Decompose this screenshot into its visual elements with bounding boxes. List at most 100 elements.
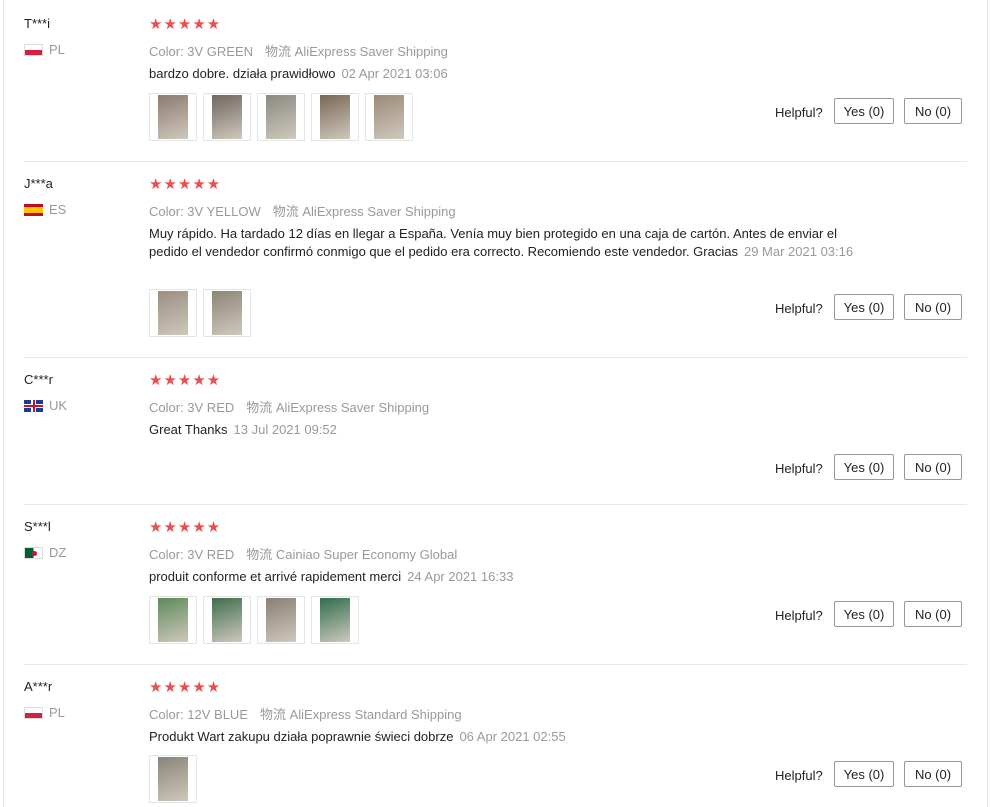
helpful-no-button[interactable]: No (0): [904, 761, 962, 787]
review-divider: [24, 504, 967, 505]
review-date: 02 Apr 2021 03:06: [341, 66, 448, 81]
review-photo-thumbnail[interactable]: [311, 93, 359, 141]
review-body: bardzo dobre. działa prawidłowo: [149, 66, 336, 81]
review-photo-thumbnail[interactable]: [257, 93, 305, 141]
review-photo-image: [158, 95, 188, 139]
algeria-flag-icon: [24, 546, 43, 559]
review-divider: [24, 357, 967, 358]
review-photos: [149, 755, 197, 803]
review-photos: [149, 289, 251, 337]
reviewer-name: A***r: [24, 679, 53, 694]
review-body: produit conforme et arrivé rapidement me…: [149, 569, 402, 584]
review-photo-image: [158, 757, 188, 801]
country-code: DZ: [49, 545, 67, 560]
country-code: UK: [49, 398, 68, 413]
review-text: Produkt Wart zakupu działa poprawnie świ…: [149, 728, 869, 746]
helpful-no-button[interactable]: No (0): [904, 601, 962, 627]
product-color: Color: 3V GREEN: [149, 44, 254, 59]
reviewer-country: ES: [24, 202, 66, 217]
review-date: 06 Apr 2021 02:55: [459, 729, 566, 744]
frame-border-left: [3, 0, 4, 807]
review-text: Great Thanks 13 Jul 2021 09:52: [149, 421, 869, 439]
review-divider: [24, 161, 967, 162]
review-date: 29 Mar 2021 03:16: [743, 244, 854, 259]
shipping-method: 物流 AliExpress Standard Shipping: [260, 707, 462, 722]
review-meta: Color: 12V BLUE 物流 AliExpress Standard Sh…: [149, 704, 462, 723]
review-body: Muy rápido. Ha tardado 12 días en llegar…: [149, 226, 838, 259]
country-code: ES: [49, 202, 67, 217]
review-photo-thumbnail[interactable]: [365, 93, 413, 141]
reviewer-country: PL: [24, 42, 65, 57]
helpful-yes-button[interactable]: Yes (0): [834, 761, 894, 787]
reviewer-country: PL: [24, 705, 65, 720]
poland-flag-icon: [24, 43, 43, 56]
review-text: Muy rápido. Ha tardado 12 días en llegar…: [149, 225, 869, 261]
helpful-label: Helpful?: [775, 768, 823, 783]
reviewer-name: C***r: [24, 372, 53, 387]
country-code: PL: [49, 705, 65, 720]
review-photo-image: [266, 598, 296, 642]
reviewer-country: DZ: [24, 545, 66, 560]
helpful-yes-button[interactable]: Yes (0): [834, 294, 894, 320]
spain-flag-icon: [24, 203, 43, 216]
review-text: bardzo dobre. działa prawidłowo 02 Apr 20…: [149, 65, 869, 83]
review-body: Produkt Wart zakupu działa poprawnie świ…: [149, 729, 454, 744]
star-rating: ★★★★★: [149, 372, 222, 389]
reviewer-name: J***a: [24, 176, 53, 191]
review-photo-thumbnail[interactable]: [203, 289, 251, 337]
star-rating: ★★★★★: [149, 519, 222, 536]
product-color: Color: 3V YELLOW: [149, 204, 261, 219]
review-photo-thumbnail[interactable]: [149, 755, 197, 803]
review-photo-image: [158, 291, 188, 335]
product-color: Color: 3V RED: [149, 547, 235, 562]
helpful-label: Helpful?: [775, 461, 823, 476]
shipping-method: 物流 AliExpress Saver Shipping: [272, 204, 456, 219]
review-divider: [24, 664, 967, 665]
helpful-no-button[interactable]: No (0): [904, 294, 962, 320]
country-code: PL: [49, 42, 65, 57]
review-photo-image: [212, 95, 242, 139]
star-rating: ★★★★★: [149, 176, 222, 193]
star-rating: ★★★★★: [149, 679, 222, 696]
frame-border-right: [987, 0, 988, 807]
review-photo-thumbnail[interactable]: [257, 596, 305, 644]
reviewer-name: S***l: [24, 519, 51, 534]
helpful-yes-button[interactable]: Yes (0): [834, 98, 894, 124]
helpful-no-button[interactable]: No (0): [904, 98, 962, 124]
star-rating: ★★★★★: [149, 16, 222, 33]
review-photos: [149, 596, 359, 644]
review-photo-thumbnail[interactable]: [203, 93, 251, 141]
review-meta: Color: 3V RED 物流 Cainiao Super Economy Gl…: [149, 544, 457, 563]
review-photo-image: [320, 95, 350, 139]
review-body: Great Thanks: [149, 422, 228, 437]
review-text: produit conforme et arrivé rapidement me…: [149, 568, 869, 586]
review-photo-image: [212, 598, 242, 642]
review-photos: [149, 93, 413, 141]
reviewer-country: UK: [24, 398, 67, 413]
uk-flag-icon: [24, 399, 43, 412]
helpful-yes-button[interactable]: Yes (0): [834, 601, 894, 627]
review-photo-thumbnail[interactable]: [149, 289, 197, 337]
review-photo-thumbnail[interactable]: [203, 596, 251, 644]
product-color: Color: 3V RED: [149, 400, 235, 415]
shipping-method: 物流 AliExpress Saver Shipping: [265, 44, 448, 59]
review-photo-thumbnail[interactable]: [149, 93, 197, 141]
review-photo-thumbnail[interactable]: [149, 596, 197, 644]
review-photo-image: [320, 598, 350, 642]
review-photo-image: [158, 598, 188, 642]
shipping-method: 物流 Cainiao Super Economy Global: [246, 547, 458, 562]
review-photo-thumbnail[interactable]: [311, 596, 359, 644]
helpful-no-button[interactable]: No (0): [904, 454, 962, 480]
review-photo-image: [212, 291, 242, 335]
review-meta: Color: 3V RED 物流 AliExpress Saver Shippin…: [149, 397, 429, 416]
poland-flag-icon: [24, 706, 43, 719]
review-photo-image: [374, 95, 404, 139]
review-meta: Color: 3V GREEN 物流 AliExpress Saver Shipp…: [149, 41, 448, 60]
shipping-method: 物流 AliExpress Saver Shipping: [246, 400, 430, 415]
review-date: 13 Jul 2021 09:52: [233, 422, 337, 437]
helpful-yes-button[interactable]: Yes (0): [834, 454, 894, 480]
helpful-label: Helpful?: [775, 105, 823, 120]
product-color: Color: 12V BLUE: [149, 707, 248, 722]
review-date: 24 Apr 2021 16:33: [407, 569, 514, 584]
review-meta: Color: 3V YELLOW 物流 AliExpress Saver Ship…: [149, 201, 456, 220]
